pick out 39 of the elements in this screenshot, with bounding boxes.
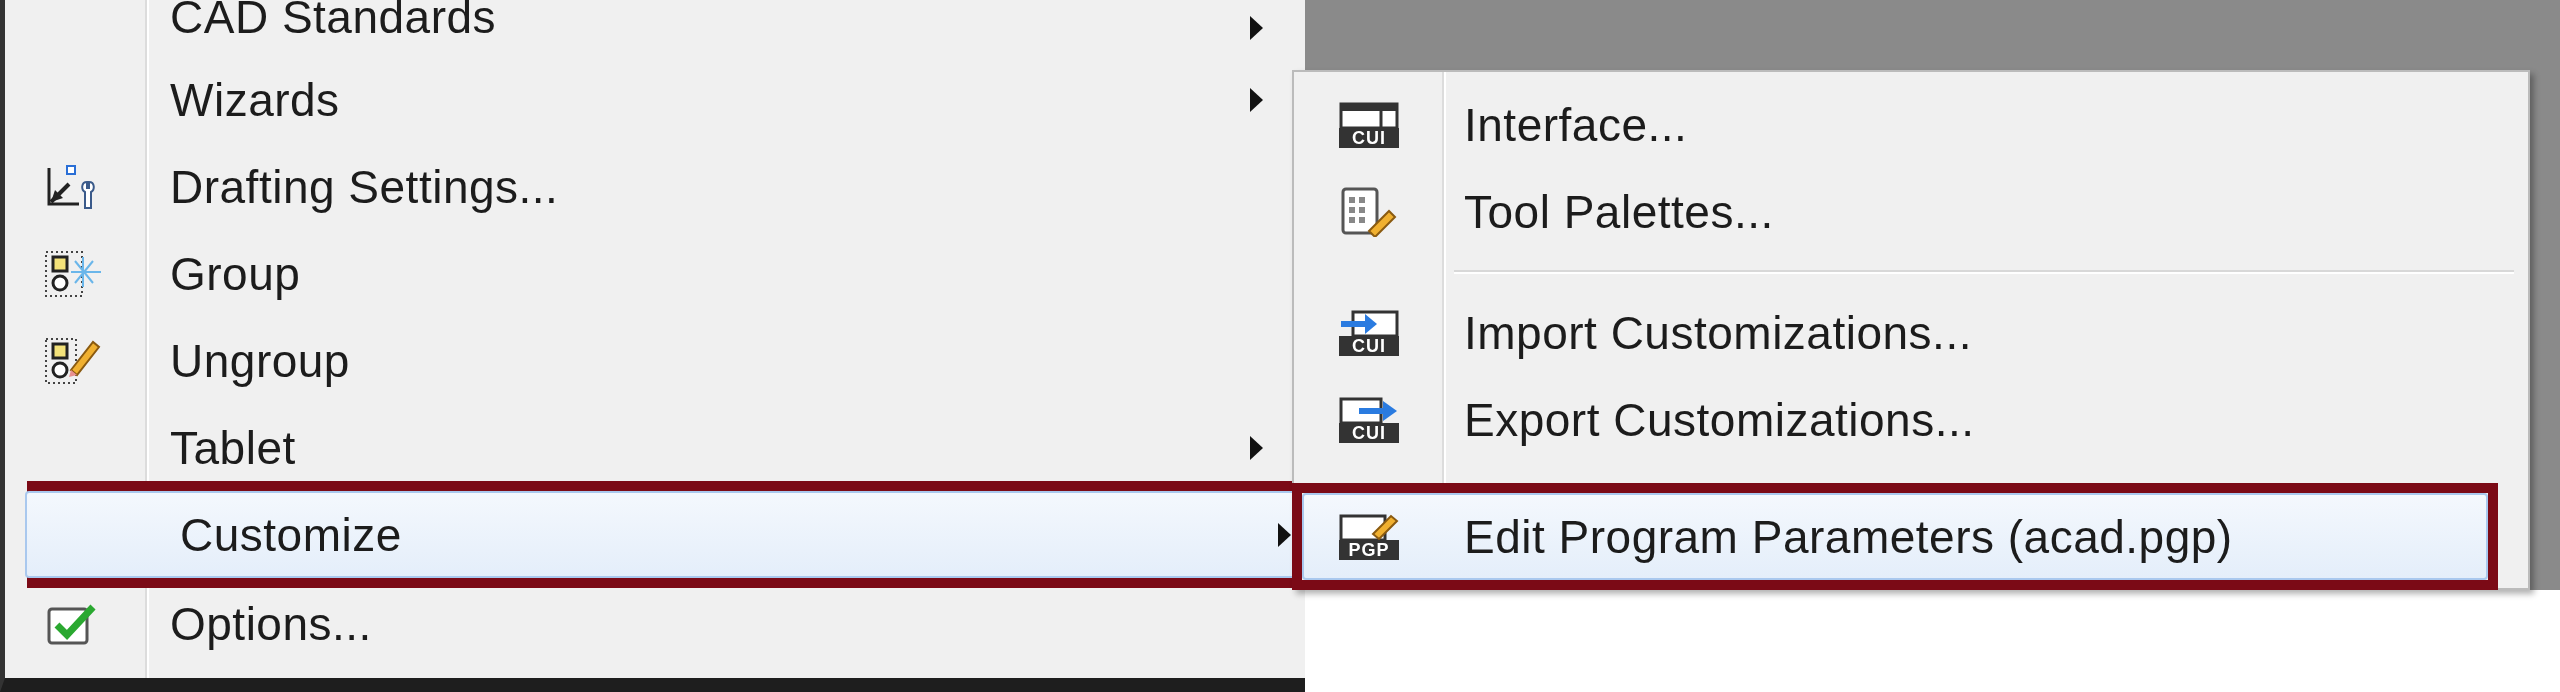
menu-item-label: Tablet	[169, 420, 296, 475]
menu-item-label: CAD Standards	[169, 0, 497, 40]
menu-item[interactable]: CUI Export Customizations...	[1304, 376, 2518, 463]
icon-label: PGP	[1339, 539, 1399, 560]
icon-label: CUI	[1339, 127, 1399, 148]
menu-item-label: Wizards	[169, 72, 340, 127]
menu-item[interactable]: Options...	[5, 580, 1305, 667]
dotted-squares-pencil-icon	[42, 335, 103, 386]
menu-item-label: Customize	[179, 507, 402, 562]
submenu-arrow-icon	[1250, 435, 1263, 460]
submenu-arrow-icon	[1250, 16, 1263, 40]
document-pencil-icon	[1339, 513, 1399, 540]
menu-item-label: Interface...	[1463, 97, 1688, 152]
menu-item-label: Drafting Settings...	[169, 159, 559, 214]
icon-label: CUI	[1339, 335, 1399, 356]
menu-item[interactable]: CAD Standards	[5, 0, 1305, 56]
menu-item-label: Options...	[169, 596, 372, 651]
menu-item-label: Group	[169, 246, 301, 301]
menu-item[interactable]: PGP Edit Program Parameters (acad.pgp)	[1302, 493, 2488, 580]
window-icon	[1339, 101, 1399, 128]
icon-label: CUI	[1339, 422, 1399, 443]
menu-item-label: Import Customizations...	[1463, 305, 1972, 360]
menu-item[interactable]: Tablet	[5, 404, 1305, 491]
calculator-pencil-icon	[1339, 186, 1399, 237]
menu-item[interactable]: Group	[5, 230, 1305, 317]
window-arrow-icon	[1339, 396, 1399, 423]
menu-item[interactable]: Drafting Settings...	[5, 143, 1305, 230]
menu-item-label: Edit Program Parameters (acad.pgp)	[1463, 509, 2233, 564]
menu-item-label: Export Customizations...	[1463, 392, 1975, 447]
window-arrow-icon	[1339, 309, 1399, 336]
dotted-squares-sparkle-icon	[42, 248, 103, 299]
menu-item[interactable]: Ungroup	[5, 317, 1305, 404]
menu-item[interactable]: Wizards	[5, 56, 1305, 143]
menu-item[interactable]: CUI Import Customizations...	[1304, 289, 2518, 376]
submenu-arrow-icon	[1250, 87, 1263, 112]
menu-item[interactable]: Tool Palettes...	[1304, 168, 2518, 255]
menu-item-label: Tool Palettes...	[1463, 184, 1774, 239]
menu-item-label: Ungroup	[169, 333, 350, 388]
menu-item[interactable]: CUI Interface...	[1304, 81, 2518, 168]
